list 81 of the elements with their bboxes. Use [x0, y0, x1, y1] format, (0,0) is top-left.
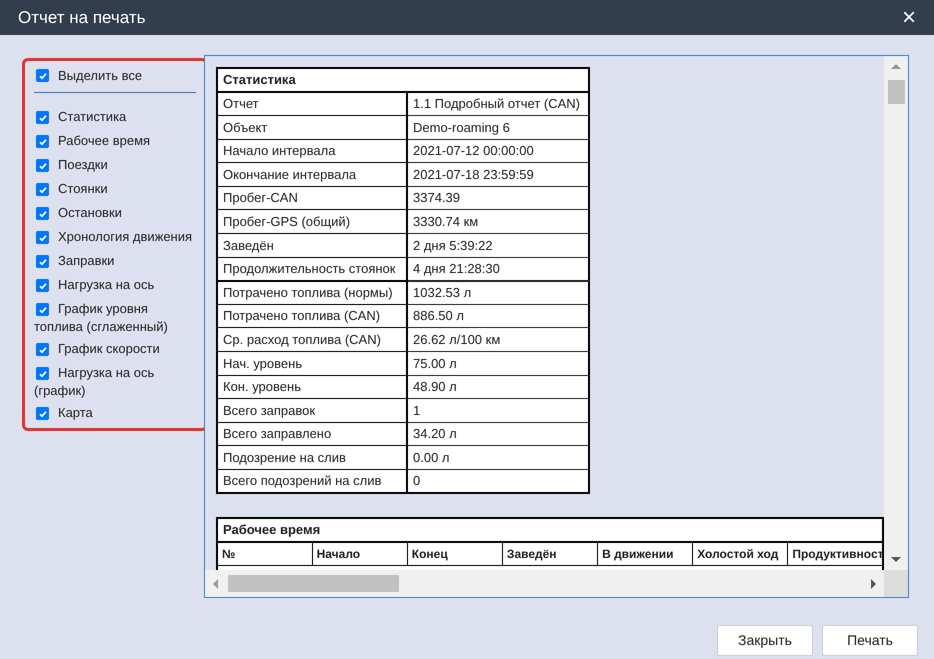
- section-option[interactable]: Стоянки: [34, 180, 196, 198]
- table-cell: Заведён: [217, 234, 407, 258]
- table-cell: Окончание интервала: [217, 162, 407, 186]
- checkbox[interactable]: [36, 279, 49, 292]
- table-cell: 3374.39: [407, 186, 589, 210]
- table-cell: 26.62 л/100 км: [407, 328, 589, 352]
- table-cell: 3330.74 км: [407, 210, 589, 234]
- checkbox[interactable]: [36, 207, 49, 220]
- section-option[interactable]: Заправки: [34, 252, 196, 270]
- table-cell: Ср. расход топлива (CAN): [217, 328, 407, 352]
- column-header: Холостой ход: [692, 542, 788, 566]
- table-cell: Нач. уровень: [217, 352, 407, 376]
- table-cell: Всего заправок: [217, 398, 407, 422]
- table-cell: 2021-07-18 23:59:59: [407, 162, 589, 186]
- scroll-down-icon[interactable]: [891, 557, 901, 562]
- dialog-button[interactable]: Печать: [822, 625, 918, 656]
- vertical-scrollbar[interactable]: [884, 56, 908, 570]
- table-cell: Начало интервала: [217, 139, 407, 163]
- section-option[interactable]: Нагрузка на ось: [34, 276, 196, 294]
- column-header: №: [217, 542, 312, 566]
- section-option[interactable]: Рабочее время: [34, 132, 196, 150]
- scroll-up-icon[interactable]: [891, 64, 901, 69]
- checkbox[interactable]: [36, 255, 49, 268]
- table-cell: Demo-roaming 6: [407, 116, 589, 140]
- checkbox[interactable]: [36, 231, 49, 244]
- table-cell: Подозрение на слив: [217, 446, 407, 470]
- table-cell: Всего заправлено: [217, 422, 407, 446]
- column-header: В движении: [598, 542, 693, 566]
- select-all-option[interactable]: Выделить все: [34, 66, 196, 92]
- checkbox[interactable]: [36, 407, 49, 420]
- table-cell: 0.00 л: [407, 446, 589, 470]
- table-cell: 34.20 л: [407, 422, 589, 446]
- column-header: Заведён: [502, 542, 598, 566]
- checkbox[interactable]: [36, 183, 49, 196]
- section-option[interactable]: Хронология движения: [34, 228, 196, 246]
- close-button[interactable]: ×: [902, 6, 916, 30]
- table-cell: 0: [407, 470, 589, 494]
- window-title: Отчет на печать: [18, 6, 146, 29]
- table-cell: 75.00 л: [407, 352, 589, 376]
- table-cell: Всего подозрений на слив: [217, 470, 407, 494]
- section-option[interactable]: Остановки: [34, 204, 196, 222]
- checkbox[interactable]: [36, 159, 49, 172]
- table-cell: 48.90 л: [407, 375, 589, 399]
- horizontal-scrollbar[interactable]: [205, 570, 884, 597]
- checkbox[interactable]: [36, 367, 49, 380]
- section-option[interactable]: Поездки: [34, 156, 196, 174]
- table-cell: 1.1 Подробный отчет (CAN): [407, 92, 589, 116]
- dialog-button[interactable]: Закрыть: [717, 625, 813, 656]
- table-cell: 2021-07-12 00:00:00: [407, 139, 589, 163]
- table-title: Рабочее время: [217, 518, 883, 542]
- table-cell: Кон. уровень: [217, 375, 407, 399]
- table-title: Статистика: [217, 68, 589, 92]
- section-option[interactable]: График скорости: [34, 340, 196, 358]
- checkbox[interactable]: [36, 69, 49, 82]
- scrollbar-corner: [884, 570, 908, 597]
- table-cell: Пробег-GPS (общий): [217, 210, 407, 234]
- table-cell: Потрачено топлива (CAN): [217, 304, 407, 328]
- table-cell: 1: [407, 398, 589, 422]
- column-header: Конец: [407, 542, 502, 566]
- section-option[interactable]: Нагрузка на ось (график): [34, 364, 196, 398]
- checkbox[interactable]: [36, 111, 49, 124]
- table-cell: Потрачено топлива (нормы): [217, 280, 407, 304]
- table-cell: Продолжительность стоянок: [217, 257, 407, 281]
- table-cell: Объект: [217, 116, 407, 140]
- table-cell: Отчет: [217, 92, 407, 116]
- scroll-thumb[interactable]: [888, 80, 904, 104]
- scroll-right-icon[interactable]: [871, 578, 876, 588]
- table-cell: 1032.53 л: [407, 280, 589, 304]
- section-option[interactable]: Статистика: [34, 108, 196, 126]
- table-cell: Пробег-CAN: [217, 186, 407, 210]
- checkbox[interactable]: [36, 303, 49, 316]
- section-option[interactable]: Карта: [34, 404, 196, 422]
- section-option[interactable]: График уровня топлива (сглаженный): [34, 300, 196, 334]
- scroll-left-icon[interactable]: [213, 578, 218, 588]
- table-cell: 886.50 л: [407, 304, 589, 328]
- checkbox[interactable]: [36, 135, 49, 148]
- table-cell: 4 дня 21:28:30: [407, 257, 589, 281]
- table-cell: 2 дня 5:39:22: [407, 234, 589, 258]
- scroll-thumb[interactable]: [228, 575, 399, 592]
- checkbox[interactable]: [36, 343, 49, 356]
- column-header: Начало: [312, 542, 408, 566]
